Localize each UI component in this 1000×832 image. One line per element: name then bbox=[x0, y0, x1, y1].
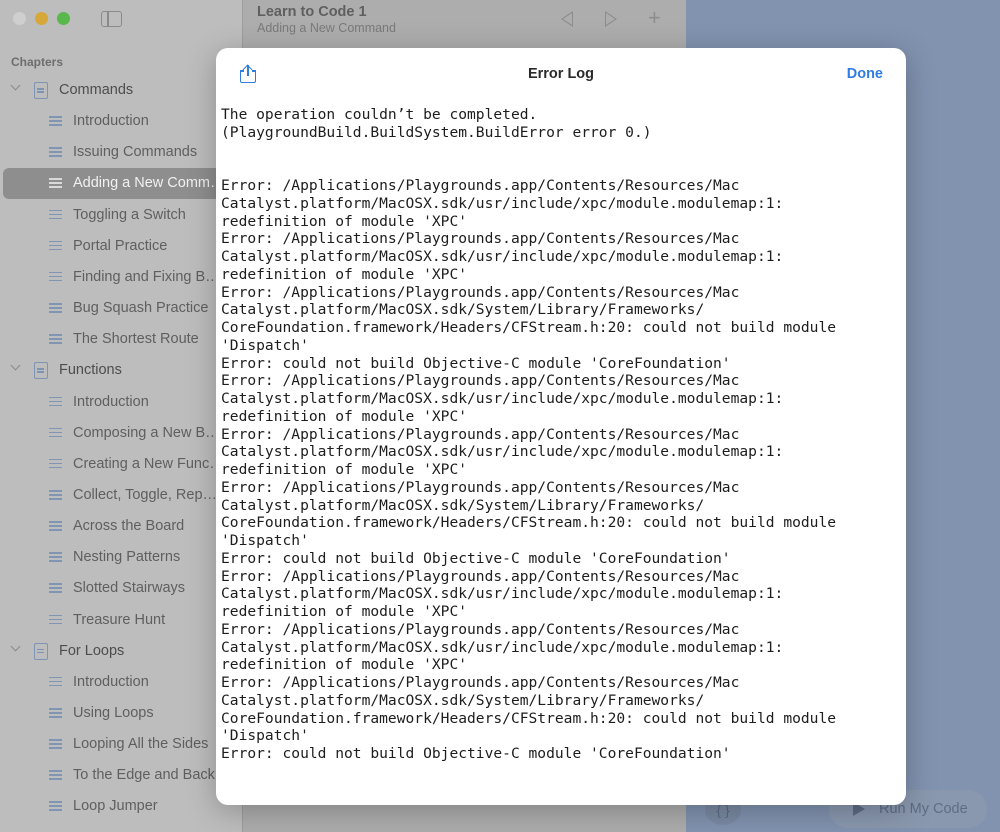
sidebar-page-item[interactable]: Across the Board bbox=[0, 511, 242, 542]
sidebar-item-label: Bug Squash Practice bbox=[73, 300, 209, 317]
page-lines-icon bbox=[49, 614, 62, 625]
page-lines-icon bbox=[49, 739, 62, 749]
sidebar-item-label: Introduction bbox=[73, 113, 149, 130]
sidebar-page-item[interactable]: Portal Practice bbox=[0, 231, 242, 262]
sidebar-item-label: Treasure Hunt bbox=[73, 611, 166, 628]
sidebar-page-item[interactable]: Loop Jumper bbox=[0, 791, 242, 822]
sidebar-page-item[interactable]: Bug Squash Practice bbox=[0, 293, 242, 324]
page-lines-icon bbox=[49, 708, 62, 718]
sidebar-item-label: Collect, Toggle, Rep… bbox=[73, 486, 215, 503]
book-icon bbox=[34, 82, 48, 99]
sidebar-item-label: Introduction bbox=[73, 393, 149, 410]
forward-icon[interactable] bbox=[605, 11, 617, 27]
chevron-down-icon[interactable] bbox=[11, 644, 21, 654]
page-lines-icon bbox=[49, 396, 62, 407]
page-lines-icon bbox=[49, 240, 62, 251]
page-lines-icon bbox=[49, 801, 62, 811]
sidebar-page-item[interactable]: Looping All the Sides bbox=[0, 729, 242, 760]
sidebar-page-item[interactable]: Using Loops bbox=[0, 698, 242, 729]
minimize-window-icon[interactable] bbox=[35, 12, 48, 25]
page-subtitle: Adding a New Command bbox=[257, 21, 396, 35]
sidebar-item-label: Across the Board bbox=[73, 518, 185, 535]
dialog-title: Error Log bbox=[527, 66, 595, 82]
page-lines-icon bbox=[49, 458, 62, 469]
maximize-window-icon[interactable] bbox=[57, 12, 70, 25]
sidebar-chapter[interactable]: Functions bbox=[0, 355, 242, 386]
sidebar-item-label: Loop Jumper bbox=[73, 798, 158, 815]
page-title: Learn to Code 1 bbox=[257, 4, 367, 20]
sidebar-item-label: Using Loops bbox=[73, 705, 154, 721]
sidebar-chapter[interactable]: For Loops bbox=[0, 636, 242, 667]
sidebar-page-item[interactable]: Treasure Hunt bbox=[0, 605, 242, 636]
sidebar-page-item[interactable]: Introduction bbox=[0, 667, 242, 698]
sidebar-item-label: Toggling a Switch bbox=[73, 206, 186, 223]
error-log-text: The operation couldn’t be completed. (Pl… bbox=[221, 106, 837, 762]
sidebar-page-item[interactable]: Collect, Toggle, Rep… bbox=[0, 480, 242, 511]
add-icon[interactable]: + bbox=[648, 7, 661, 29]
error-log-dialog: Error Log Done The operation couldn’t be… bbox=[216, 48, 906, 805]
sidebar-page-item[interactable]: Slotted Stairways bbox=[0, 573, 242, 604]
page-lines-icon bbox=[49, 427, 62, 438]
page-lines-icon bbox=[49, 334, 62, 344]
sidebar: Chapters Commands Introduction Issuing Com… bbox=[0, 0, 242, 832]
sidebar-page-item[interactable]: Adding a New Comm… bbox=[3, 168, 242, 200]
page-lines-icon bbox=[49, 178, 62, 188]
page-lines-icon bbox=[49, 116, 62, 126]
page-lines-icon bbox=[49, 209, 62, 220]
chevron-down-icon[interactable] bbox=[11, 363, 21, 373]
page-lines-icon bbox=[49, 303, 62, 313]
close-window-icon[interactable] bbox=[13, 12, 26, 25]
page-lines-icon bbox=[49, 583, 62, 593]
sidebar-page-item[interactable]: Issuing Commands bbox=[0, 137, 242, 168]
chevron-down-icon[interactable] bbox=[11, 83, 21, 93]
chapters-heading: Chapters bbox=[11, 55, 64, 69]
sidebar-item-label: Functions bbox=[59, 362, 122, 379]
sidebar-item-label: Nesting Patterns bbox=[73, 549, 181, 566]
sidebar-page-item[interactable]: Creating a New Func… bbox=[0, 449, 242, 480]
sidebar-page-item[interactable]: Introduction bbox=[0, 387, 242, 418]
sidebar-item-label: Finding and Fixing B… bbox=[73, 268, 215, 285]
sidebar-item-label: Looping All the Sides bbox=[73, 736, 209, 753]
sidebar-item-label: Slotted Stairways bbox=[73, 580, 186, 597]
sidebar-page-item[interactable]: Toggling a Switch bbox=[0, 200, 242, 231]
sidebar-item-label: Creating a New Func… bbox=[73, 455, 215, 472]
sidebar-page-item[interactable]: The Shortest Route bbox=[0, 324, 242, 355]
page-lines-icon bbox=[49, 271, 62, 282]
sidebar-item-label: For Loops bbox=[59, 642, 125, 659]
sidebar-page-item[interactable]: Composing a New B… bbox=[0, 418, 242, 449]
page-lines-icon bbox=[49, 770, 62, 780]
sidebar-page-item[interactable]: Nesting Patterns bbox=[0, 542, 242, 573]
done-button[interactable]: Done bbox=[847, 66, 883, 82]
sidebar-page-item[interactable]: Finding and Fixing B… bbox=[0, 262, 242, 293]
sidebar-page-item[interactable]: To the Edge and Back bbox=[0, 760, 242, 791]
sidebar-item-label: To the Edge and Back bbox=[73, 767, 215, 784]
sidebar-item-label: Introduction bbox=[73, 673, 149, 690]
sidebar-item-label: Portal Practice bbox=[73, 237, 168, 254]
page-lines-icon bbox=[49, 489, 62, 500]
back-icon[interactable] bbox=[561, 11, 573, 27]
book-icon bbox=[34, 362, 48, 380]
page-lines-icon bbox=[49, 147, 62, 157]
sidebar-item-label: The Shortest Route bbox=[73, 331, 199, 348]
sidebar-item-label: Composing a New B… bbox=[73, 424, 215, 441]
page-lines-icon bbox=[49, 521, 62, 531]
page-lines-icon bbox=[49, 552, 62, 562]
book-icon bbox=[34, 642, 48, 660]
sidebar-item-label: Issuing Commands bbox=[73, 144, 198, 161]
sidebar-chapter[interactable]: Commands bbox=[0, 75, 242, 106]
sidebar-toggle-icon[interactable] bbox=[101, 11, 122, 27]
page-lines-icon bbox=[49, 676, 62, 687]
sidebar-item-label: Commands bbox=[59, 82, 134, 98]
sidebar-page-item[interactable]: Introduction bbox=[0, 106, 242, 137]
sidebar-item-label: Adding a New Comm… bbox=[73, 175, 215, 192]
